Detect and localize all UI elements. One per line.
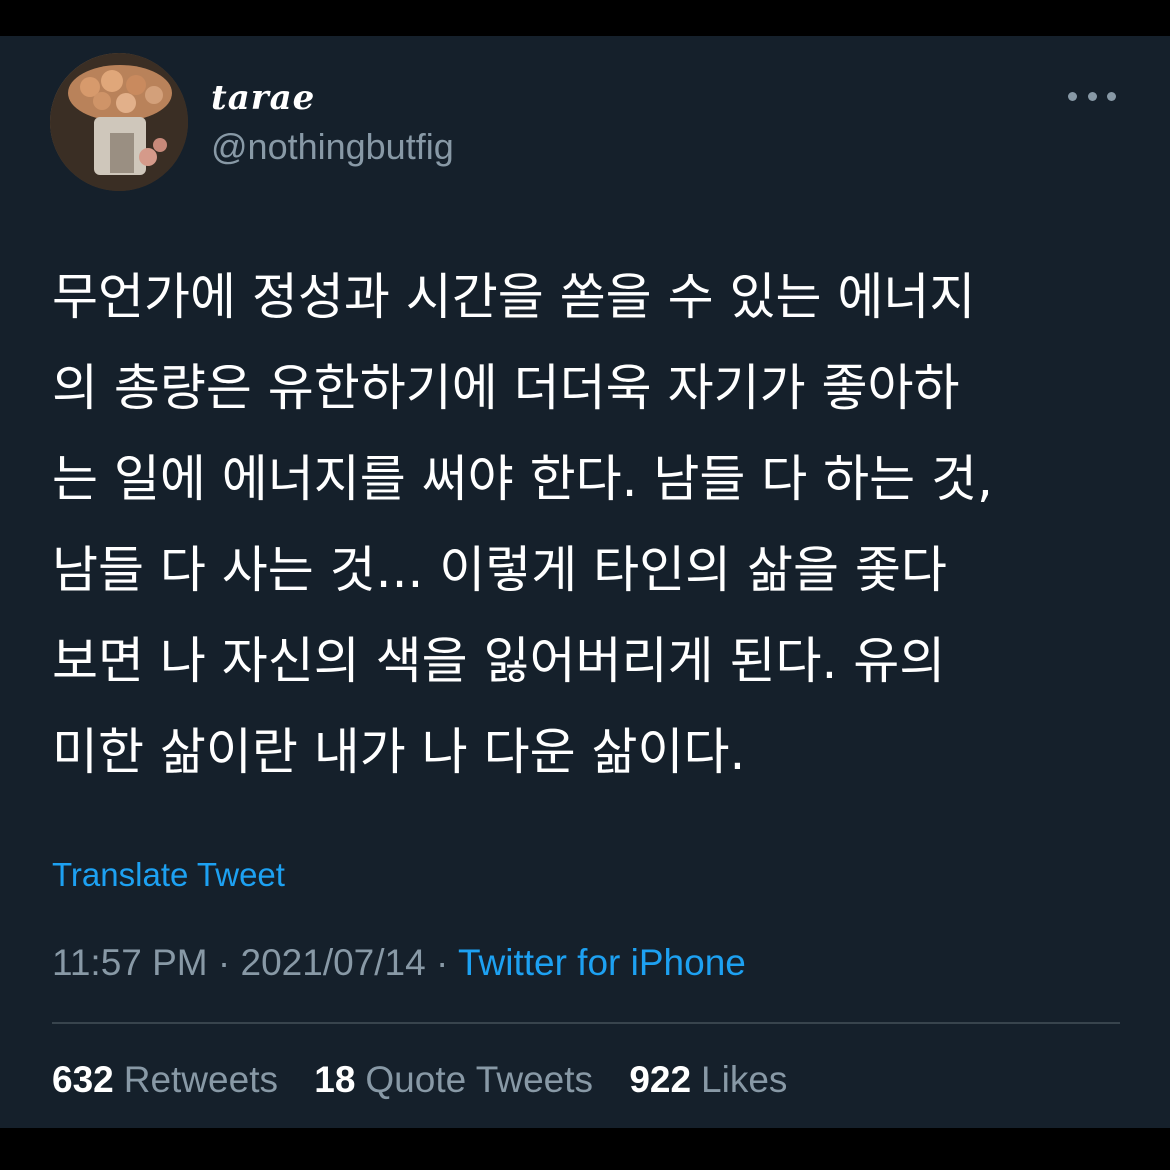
tweet-time: 11:57 PM <box>52 942 208 983</box>
quote-tweets-label: Quote Tweets <box>365 1059 594 1100</box>
tweet-text-line: 는 일에 에너지를 써야 한다. 남들 다 하는 것, <box>52 450 993 508</box>
divider <box>52 1022 1120 1024</box>
tweet-text-line: 의 총량은 유한하기에 더더욱 자기가 좋아하 <box>52 359 960 417</box>
quote-tweets-stat[interactable]: 18 Quote Tweets <box>314 1059 593 1101</box>
more-horizontal-icon[interactable] <box>1068 82 1116 110</box>
translate-tweet-link[interactable]: Translate Tweet <box>52 856 285 894</box>
likes-label: Likes <box>701 1059 788 1100</box>
likes-stat[interactable]: 922 Likes <box>629 1059 787 1101</box>
avatar-image <box>50 53 188 191</box>
meta-separator: · <box>435 942 449 983</box>
tweet-text-line: 보면 나 자신의 색을 잃어버리게 된다. 유의 <box>52 632 946 690</box>
retweets-stat[interactable]: 632 Retweets <box>52 1059 278 1101</box>
tweet-date: 2021/07/14 <box>240 942 426 983</box>
tweet-stats: 632 Retweets 18 Quote Tweets 922 Likes <box>52 1059 813 1101</box>
meta-separator: · <box>217 942 231 983</box>
dot <box>1068 91 1077 101</box>
likes-count: 922 <box>629 1059 692 1100</box>
display-name[interactable]: tarae <box>211 78 315 118</box>
retweets-label: Retweets <box>123 1059 278 1100</box>
tweet-text-line: 미한 삶이란 내가 나 다운 삶이다. <box>52 723 746 781</box>
avatar[interactable] <box>50 53 188 191</box>
user-handle[interactable]: @nothingbutfig <box>211 126 454 168</box>
dot <box>1087 91 1097 101</box>
tweet-text: 무언가에 정성과 시간을 쏟을 수 있는 에너지 의 총량은 유한하기에 더더욱… <box>52 252 1122 798</box>
tweet-text-line: 남들 다 사는 것... 이렇게 타인의 삶을 좇다 <box>52 541 947 599</box>
tweet-text-line: 무언가에 정성과 시간을 쏟을 수 있는 에너지 <box>52 268 976 326</box>
tweet-source-link[interactable]: Twitter for iPhone <box>458 942 746 983</box>
retweets-count: 632 <box>52 1059 114 1100</box>
tweet-card: tarae @nothingbutfig 무언가에 정성과 시간을 쏟을 수 있… <box>0 36 1170 1128</box>
quote-tweets-count: 18 <box>314 1059 356 1100</box>
tweet-meta: 11:57 PM · 2021/07/14 · Twitter for iPho… <box>52 942 746 984</box>
dot <box>1107 91 1116 101</box>
screenshot-frame: tarae @nothingbutfig 무언가에 정성과 시간을 쏟을 수 있… <box>0 0 1170 1170</box>
